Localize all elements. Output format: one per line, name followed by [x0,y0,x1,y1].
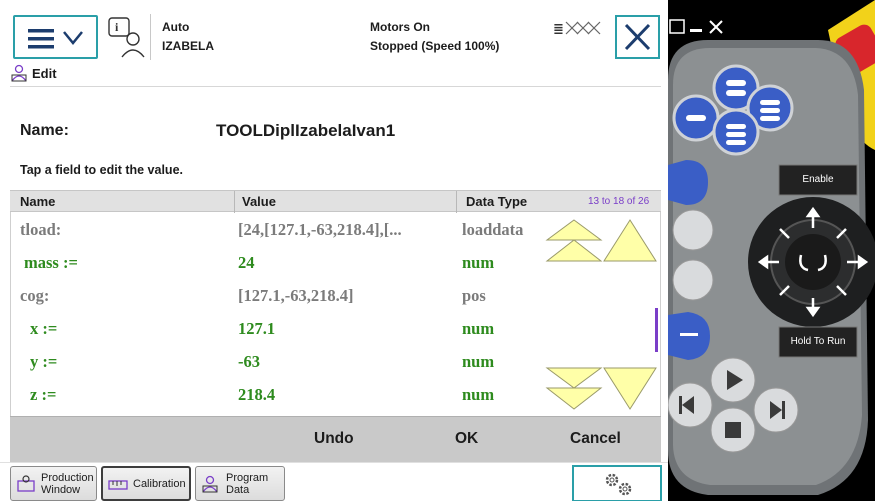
row-name: z := [30,385,57,404]
status-icons: ≣ [553,20,603,37]
row-type: loaddata [462,220,524,239]
scroll-indicator[interactable] [655,308,658,352]
table-row[interactable]: x := 127.1 num [10,312,550,344]
top-bar: i Auto IZABELA Motors On Stopped (Speed … [0,0,668,62]
row-name: cog: [20,286,50,305]
taskbar: Production Window Calibration Program Data [0,462,668,501]
row-type: num [462,385,495,404]
row-value: -63 [238,352,260,371]
table-left-border [10,212,11,416]
calibration-icon [108,479,128,490]
row-type: pos [462,286,486,305]
row-name: tload: [20,220,62,239]
user-icon[interactable]: i [107,15,147,59]
cancel-button[interactable]: Cancel [570,430,621,448]
table-row[interactable]: tload: [24,[127.1,-63,218.4],[... loadda… [10,213,550,245]
row-value: [24,[127.1,-63,218.4],[... [238,220,402,239]
row-type: num [462,352,495,371]
row-name: mass := [24,253,78,272]
pager-text: 13 to 18 of 26 [588,196,650,207]
row-name: y := [30,352,58,371]
task-program-data[interactable]: Program Data [195,466,285,501]
column-separator [456,191,457,213]
status-panel[interactable]: Auto IZABELA Motors On Stopped (Speed 10… [150,14,610,60]
page-up-double-arrow-icon[interactable] [545,218,603,264]
hardware-panel: Enable Hold To Run [668,0,875,501]
row-type: num [462,253,495,272]
row-value: 127.1 [238,319,276,338]
gear-icon [605,473,632,496]
task-label: Production Window [41,471,94,496]
row-value: [127.1,-63,218.4] [238,286,354,305]
page-down-double-arrow-icon[interactable] [545,365,603,411]
main-menu-button[interactable] [13,15,98,59]
table-right-border [660,212,661,416]
task-label: Calibration [133,477,186,490]
row-value: 218.4 [238,385,276,404]
edit-tab[interactable]: Edit [10,63,57,83]
row-value: 24 [238,253,255,272]
quickset-button[interactable] [572,465,662,501]
table-row[interactable]: z := 218.4 num [10,378,550,410]
hint-text: Tap a field to edit the value. [20,163,183,177]
column-header-data-type[interactable]: Data Type [466,194,527,209]
hold-to-run-button-label[interactable]: Hold To Run [779,336,857,347]
table-row[interactable]: cog: [127.1,-63,218.4] pos [10,279,550,311]
task-label: Program Data [226,471,269,496]
close-icon [624,23,651,51]
name-label: Name: [20,122,69,139]
name-value: TOOLDiplIzabelaIvan1 [216,121,396,140]
flexpendant-screen: i Auto IZABELA Motors On Stopped (Speed … [0,0,668,501]
production-window-icon [17,474,35,492]
table-row[interactable]: mass := 24 num [10,246,550,278]
edit-tab-label: Edit [32,65,57,81]
program-data-icon [202,475,218,492]
operating-mode: Auto [162,20,190,34]
menu-icon [28,29,83,49]
motors-state: Motors On [370,20,430,34]
task-calibration[interactable]: Calibration [101,466,191,501]
row-name: x := [30,319,58,338]
task-production-window[interactable]: Production Window [10,466,97,501]
table-row[interactable]: y := -63 num [10,345,550,377]
table-header: Name Value Data Type 13 to 18 of 26 [10,190,661,213]
edit-user-icon [11,64,27,82]
column-separator [234,191,235,213]
row-type: num [462,319,495,338]
ok-button[interactable]: OK [455,430,478,448]
undo-button[interactable]: Undo [314,430,354,448]
svg-text:≣: ≣ [553,22,564,36]
pendant-hardware-graphic [668,0,875,495]
column-header-value[interactable]: Value [242,194,276,209]
enable-button-label[interactable]: Enable [779,174,857,185]
run-state: Stopped (Speed 100%) [370,39,500,53]
command-bar: Undo OK Cancel [10,416,661,462]
system-name: IZABELA [162,39,214,53]
scroll-up-arrow-icon[interactable] [602,218,658,264]
close-button[interactable] [615,15,660,59]
column-header-name[interactable]: Name [20,194,55,209]
scroll-down-arrow-icon[interactable] [602,365,658,411]
